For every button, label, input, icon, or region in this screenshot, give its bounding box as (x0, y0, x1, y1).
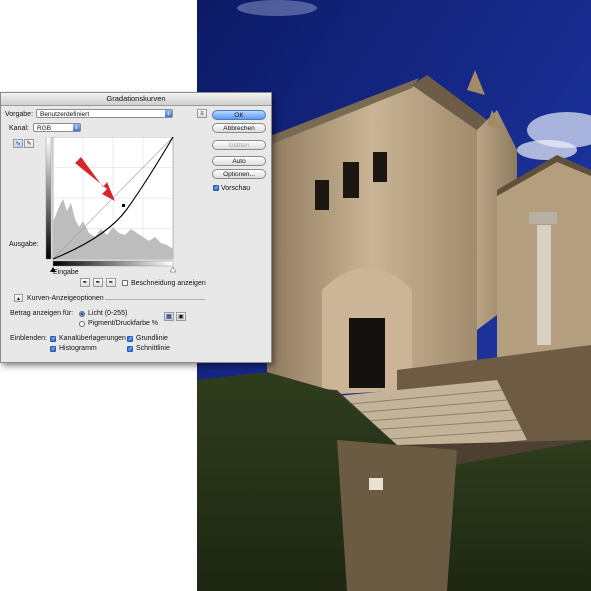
auto-button[interactable]: Auto (212, 156, 266, 166)
select-arrows-icon: ⇕ (165, 110, 172, 117)
pigment-radio[interactable] (79, 321, 85, 327)
eyedropper-white-icon[interactable]: ✒ (106, 278, 116, 287)
light-radio[interactable] (79, 311, 85, 317)
preview-checkbox[interactable] (213, 185, 219, 191)
input-gradient (52, 260, 174, 267)
show-clipping-label: Beschneidung anzeigen (131, 280, 206, 287)
channel-value: RGB (37, 125, 52, 132)
options-button[interactable]: Optionen... (212, 169, 266, 179)
preview-label: Vorschau (221, 185, 251, 192)
histogram-checkbox[interactable] (50, 346, 56, 352)
light-option-label: Licht (0-255) (88, 310, 128, 317)
preset-label: Vorgabe: (5, 111, 34, 118)
divider (105, 299, 205, 300)
white-point-slider[interactable] (169, 266, 177, 273)
grid-large-icon[interactable]: ▣ (176, 312, 186, 321)
preset-options-icon[interactable]: ≡ (197, 109, 207, 118)
cancel-button[interactable]: Abbrechen (212, 123, 266, 133)
curve-point-icon[interactable]: ∿ (13, 139, 23, 148)
channel-overlay-label: Kanalüberlagerungen (59, 335, 126, 342)
preset-select[interactable]: Benutzerdefiniert ⇕ (36, 109, 173, 118)
intersection-checkbox[interactable] (127, 346, 133, 352)
grid-small-icon[interactable]: ▦ (164, 312, 174, 321)
preset-value: Benutzerdefiniert (40, 111, 90, 118)
disclosure-triangle-icon[interactable]: ▲ (14, 294, 23, 302)
intersection-label: Schnittlinie (136, 345, 170, 352)
channel-overlay-checkbox[interactable] (50, 336, 56, 342)
curve-options-label: Kurven-Anzeigeoptionen (27, 295, 104, 302)
dialog-title: Gradationskurven (1, 93, 271, 106)
pigment-option-label: Pigment/Druckfarbe % (88, 320, 159, 327)
channel-select[interactable]: RGB ⇕ (33, 123, 81, 132)
input-label: Eingabe (53, 269, 79, 276)
eyedropper-gray-icon[interactable]: ✒ (93, 278, 103, 287)
pencil-icon[interactable]: ✎ (24, 139, 34, 148)
curves-dialog: Gradationskurven Vorgabe: Benutzerdefini… (0, 92, 272, 363)
smooth-button[interactable]: Glätten (212, 140, 266, 150)
histogram-label: Histogramm (59, 345, 97, 352)
eyedropper-black-icon[interactable]: ✒ (80, 278, 90, 287)
amount-label: Betrag anzeigen für: (10, 310, 74, 317)
channel-label: Kanal: (9, 125, 29, 132)
ok-button[interactable]: OK (212, 110, 266, 120)
select-arrows-icon: ⇕ (73, 124, 80, 131)
show-label: Einblenden: (10, 335, 47, 342)
output-gradient (45, 137, 52, 260)
output-label: Ausgabe: (9, 241, 39, 248)
curve-graph[interactable] (45, 137, 177, 273)
baseline-label: Grundlinie (136, 335, 168, 342)
curve-point[interactable] (122, 204, 125, 207)
show-clipping-checkbox[interactable] (122, 280, 128, 286)
baseline-checkbox[interactable] (127, 336, 133, 342)
